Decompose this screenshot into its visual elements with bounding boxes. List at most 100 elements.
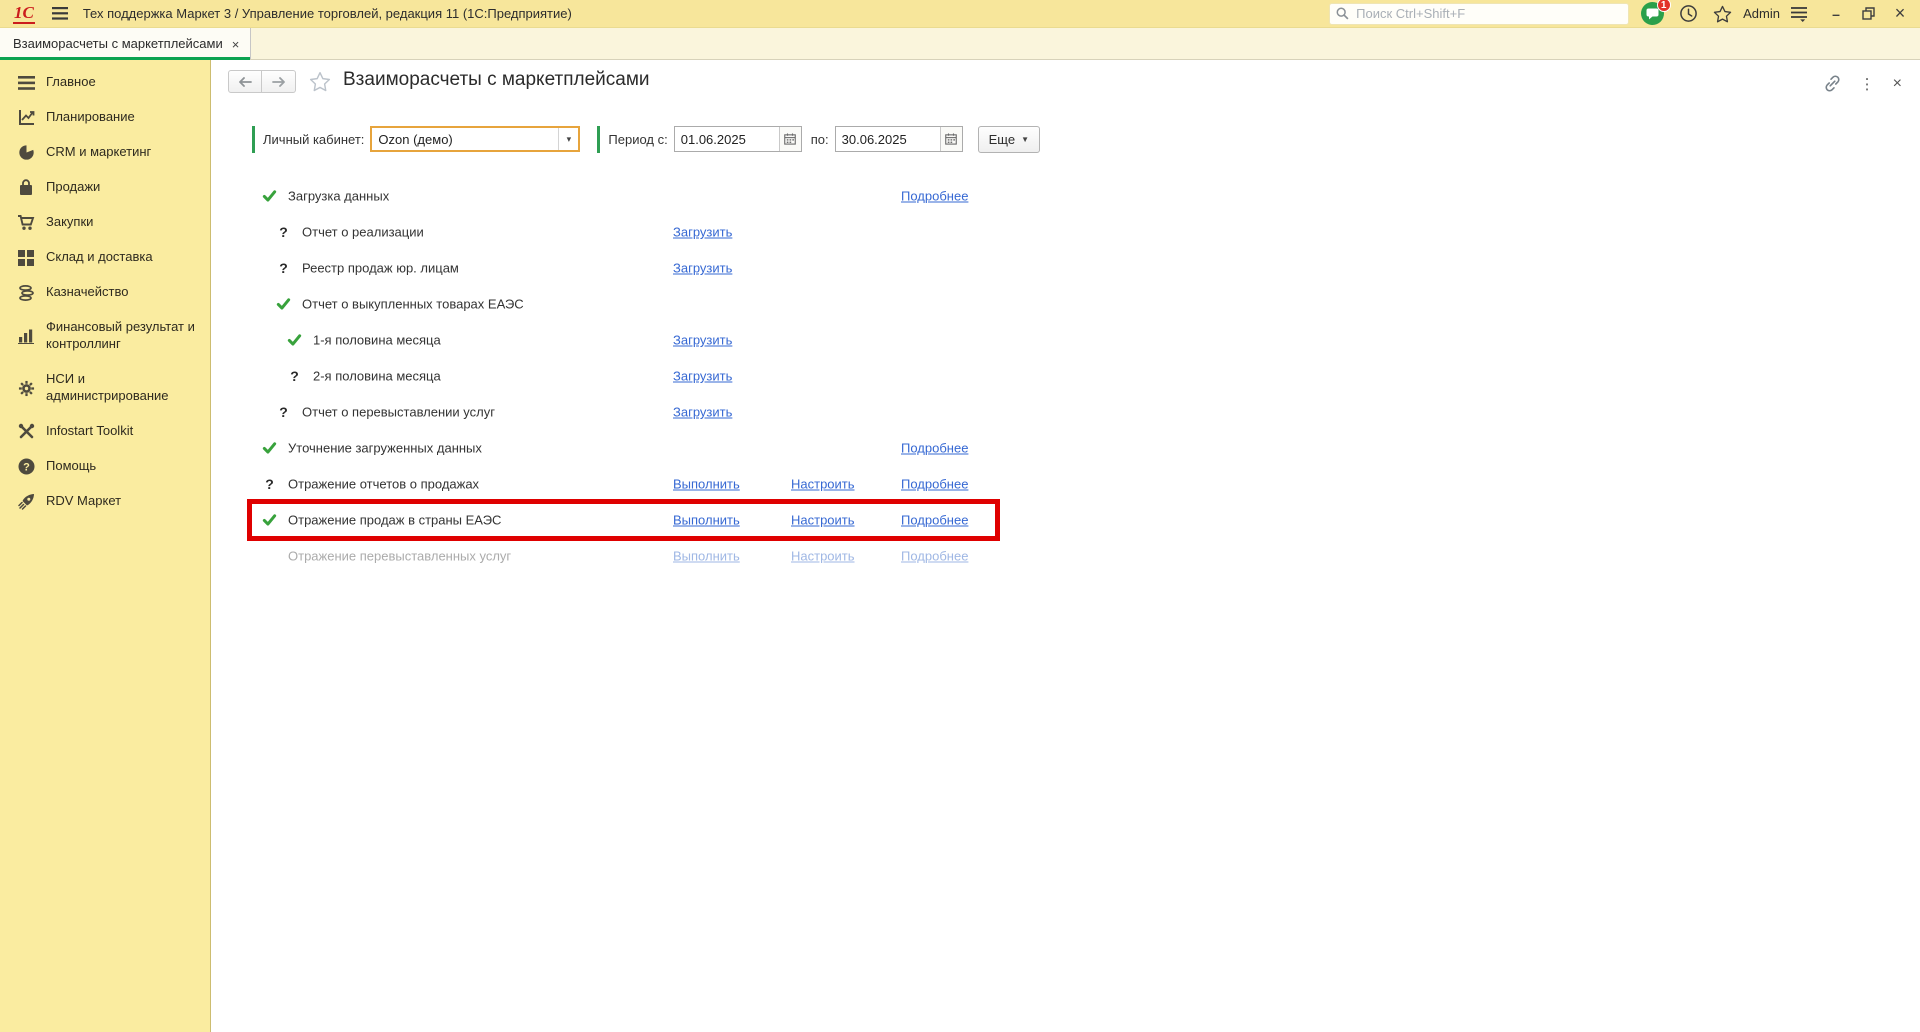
- 1c-logo: 1С: [13, 2, 35, 24]
- discussions-icon: 1: [1640, 0, 1671, 25]
- planning-chart-icon: [17, 109, 35, 127]
- status-done-icon: [275, 297, 292, 312]
- restore-window-icon: [1861, 7, 1875, 20]
- tab-mutual-settlements[interactable]: Взаиморасчеты с маркетплейсами ×: [0, 28, 252, 60]
- minimize-button[interactable]: –: [1824, 3, 1848, 25]
- configure-link[interactable]: Настроить: [791, 513, 855, 528]
- run-link-disabled[interactable]: Выполнить: [673, 549, 740, 564]
- cabinet-select[interactable]: Ozon (демо) ▾: [370, 126, 581, 152]
- sidebar-item-kaznacheystvo[interactable]: Казначейство: [0, 275, 210, 310]
- sidebar-item-pomosch[interactable]: ? Помощь: [0, 449, 210, 484]
- history-button[interactable]: [1675, 1, 1701, 27]
- more-actions-button[interactable]: ⋮: [1860, 75, 1875, 93]
- status-done-icon: [261, 513, 278, 528]
- sidebar-item-crm[interactable]: CRM и маркетинг: [0, 135, 210, 170]
- svg-text:?: ?: [23, 461, 30, 473]
- search-input[interactable]: [1354, 5, 1623, 22]
- forward-button[interactable]: [262, 70, 296, 93]
- service-menu-button[interactable]: [1786, 1, 1812, 27]
- cabinet-label: Личный кабинет:: [263, 131, 365, 147]
- tab-close-icon[interactable]: ×: [232, 38, 240, 51]
- run-link[interactable]: Выполнить: [673, 477, 740, 492]
- sidebar-item-finrezultat[interactable]: Финансовый результат и контроллинг: [0, 310, 210, 362]
- period-from-input[interactable]: [674, 127, 779, 151]
- main-menu-button[interactable]: [50, 4, 70, 24]
- load-link[interactable]: Загрузить: [673, 261, 732, 276]
- task-row-eaes-goods-report: Отчет о выкупленных товарах ЕАЭС: [212, 286, 1920, 322]
- restore-button[interactable]: [1856, 3, 1880, 25]
- task-row-reinvoiced-services-reflection-disabled: Отражение перевыставленных услуг Выполни…: [212, 538, 1920, 574]
- calendar-icon[interactable]: [939, 127, 962, 151]
- configure-link-disabled[interactable]: Настроить: [791, 549, 855, 564]
- details-link[interactable]: Подробнее: [901, 477, 968, 492]
- bar-chart-icon: [17, 327, 35, 345]
- sections-panel: Главное Планирование CRM и маркетинг Про…: [0, 60, 211, 1032]
- tab-bar: Взаиморасчеты с маркетплейсами ×: [0, 28, 1920, 60]
- sidebar-item-prodazhi[interactable]: Продажи: [0, 170, 210, 205]
- search-icon: [1336, 7, 1349, 20]
- task-row-sales-report: ? Отчет о реализации Загрузить: [212, 214, 1920, 250]
- rocket-icon: [17, 493, 35, 511]
- calendar-icon[interactable]: [778, 127, 801, 151]
- period-to-label: по:: [810, 131, 829, 147]
- task-label: Отчет о реализации: [302, 224, 424, 240]
- pie-chart-icon: [17, 144, 35, 162]
- status-question-icon: ?: [279, 404, 288, 420]
- task-label: Отражение отчетов о продажах: [288, 476, 480, 492]
- arrow-right-icon: [271, 76, 285, 87]
- period-to-input[interactable]: [835, 127, 940, 151]
- task-label: Реестр продаж юр. лицам: [302, 260, 459, 276]
- get-link-button[interactable]: [1823, 74, 1842, 93]
- add-to-favorites-button[interactable]: [309, 71, 331, 97]
- details-link-disabled[interactable]: Подробнее: [901, 549, 968, 564]
- sidebar-item-planirovanie[interactable]: Планирование: [0, 100, 210, 135]
- window-title: Тех поддержка Маркет 3 / Управление торг…: [82, 6, 572, 21]
- run-link[interactable]: Выполнить: [673, 513, 740, 528]
- status-question-icon: ?: [290, 368, 299, 384]
- global-search[interactable]: [1329, 2, 1630, 25]
- sidebar-item-zakupki[interactable]: Закупки: [0, 205, 210, 240]
- configure-link[interactable]: Настроить: [791, 477, 855, 492]
- status-done-icon: [286, 333, 303, 348]
- task-row-legal-sales-registry: ? Реестр продаж юр. лицам Загрузить: [212, 250, 1920, 286]
- sidebar-item-glavnoe[interactable]: Главное: [0, 65, 210, 100]
- task-row-sales-reports-reflection: ? Отражение отчетов о продажах Выполнить…: [212, 466, 1920, 502]
- discussions-button[interactable]: 1: [1639, 0, 1671, 27]
- status-question-icon: ?: [279, 260, 288, 276]
- period-from-field: [673, 126, 802, 152]
- load-link[interactable]: Загрузить: [673, 333, 732, 348]
- notification-badge: 1: [1656, 0, 1671, 12]
- sidebar-item-infostart[interactable]: Infostart Toolkit: [0, 414, 210, 449]
- service-menu-icon: [1791, 6, 1807, 22]
- task-label: Отражение перевыставленных услуг: [288, 548, 512, 564]
- favorites-button[interactable]: [1709, 1, 1735, 27]
- page-title: Взаиморасчеты с маркетплейсами: [343, 69, 650, 90]
- coins-icon: [17, 284, 35, 302]
- period-from-label: Период с:: [608, 131, 668, 147]
- details-link[interactable]: Подробнее: [901, 441, 968, 456]
- sidebar-item-nsi[interactable]: НСИ и администрирование: [0, 362, 210, 414]
- status-done-icon: [261, 189, 278, 204]
- task-label: Отчет о перевыставлении услуг: [302, 404, 495, 420]
- back-button[interactable]: [228, 70, 262, 93]
- arrow-left-icon: [239, 76, 252, 87]
- close-form-button[interactable]: ×: [1893, 75, 1902, 93]
- window-titlebar: 1С Тех поддержка Маркет 3 / Управление т…: [0, 0, 1920, 28]
- details-link[interactable]: Подробнее: [901, 189, 968, 204]
- sidebar-item-sklad[interactable]: Склад и доставка: [0, 240, 210, 275]
- shopping-cart-icon: [17, 214, 35, 232]
- tools-icon: [17, 423, 35, 441]
- load-link[interactable]: Загрузить: [673, 405, 732, 420]
- shopping-bag-icon: [17, 179, 35, 197]
- current-user[interactable]: Admin: [1743, 6, 1780, 21]
- chevron-down-icon[interactable]: ▾: [558, 128, 578, 150]
- task-label: Загрузка данных: [288, 188, 390, 204]
- details-link[interactable]: Подробнее: [901, 513, 968, 528]
- status-question-icon: ?: [279, 224, 288, 240]
- more-button[interactable]: Еще ▼: [977, 125, 1041, 153]
- load-link[interactable]: Загрузить: [673, 369, 732, 384]
- sidebar-item-rdv-market[interactable]: RDV Маркет: [0, 484, 210, 519]
- close-window-button[interactable]: ×: [1888, 3, 1912, 25]
- field-separator: [252, 125, 255, 153]
- load-link[interactable]: Загрузить: [673, 225, 732, 240]
